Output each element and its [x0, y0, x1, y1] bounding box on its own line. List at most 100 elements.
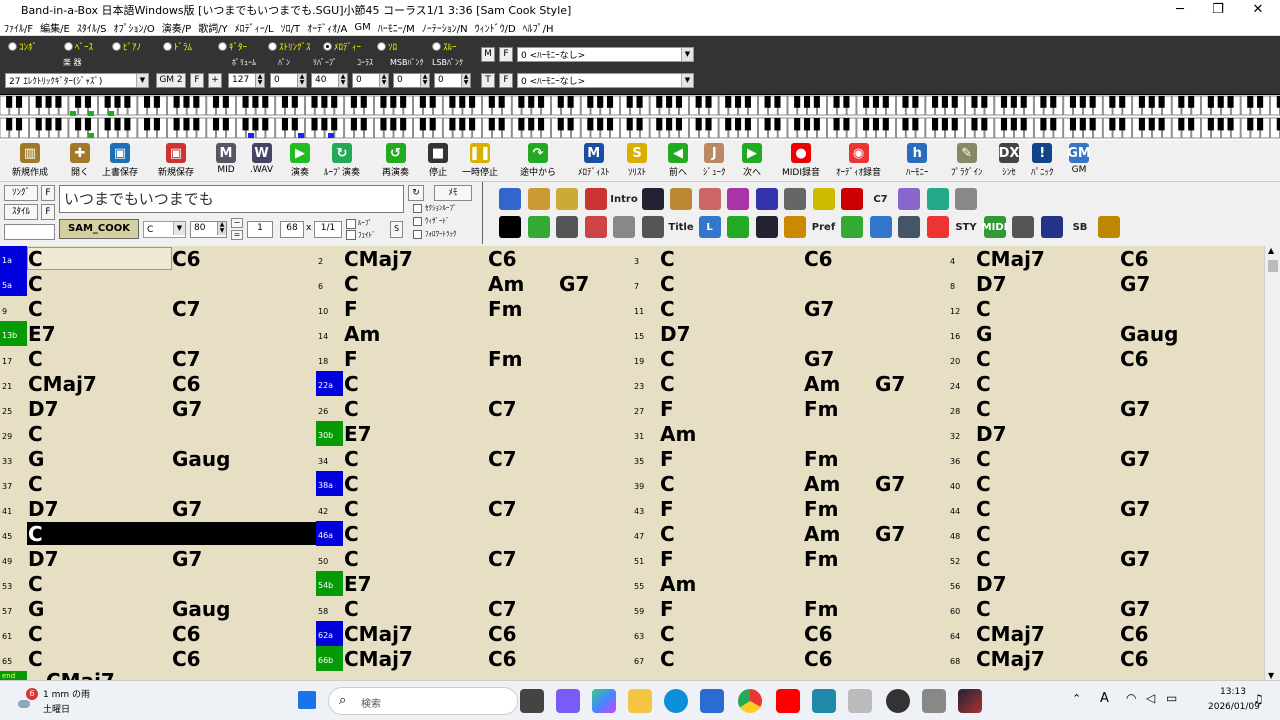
menu-item[interactable]: GM — [354, 22, 370, 33]
menu-item[interactable]: ﾌｧｲﾙ/F — [4, 20, 33, 35]
thru-harmony-t-button[interactable]: T — [481, 73, 495, 88]
toolbar-button[interactable]: ↺ 再演奏 — [382, 143, 409, 179]
part-radio[interactable]: ｷﾞﾀｰ — [218, 40, 247, 53]
chord-bar[interactable]: 7C — [632, 271, 948, 296]
volume-stepper[interactable]: 127 ▲ ▼ — [228, 73, 265, 88]
toolbar-button[interactable]: ◀ 前へ — [668, 143, 688, 179]
menu-item[interactable]: ｽﾀｲﾙ/S — [77, 20, 107, 35]
chevron-up-icon[interactable]: ⌃ — [1072, 692, 1081, 705]
youtube-icon[interactable] — [776, 689, 800, 713]
chrome-icon[interactable] — [738, 689, 762, 713]
chord-bar[interactable]: 30b E7 — [316, 421, 632, 446]
toolbar-button[interactable]: ❚❚ 一時停止 — [462, 143, 498, 179]
toolbar-icon[interactable]: Title — [668, 216, 693, 238]
chord-bar[interactable]: 17 C C7 — [0, 346, 316, 371]
toolbar-icon[interactable] — [898, 188, 920, 210]
toolbar-icon[interactable] — [556, 188, 578, 210]
chord-bar[interactable]: 25 D7 G7 — [0, 396, 316, 421]
chord-bar[interactable]: 29 C — [0, 421, 316, 446]
menu-item[interactable]: ﾉｰﾃｰｼｮﾝ/N — [422, 20, 468, 35]
chord-bar[interactable]: 52 C G7 — [948, 546, 1264, 571]
chord-bar[interactable]: 28 C G7 — [948, 396, 1264, 421]
edge-icon[interactable] — [664, 689, 688, 713]
chord-bar[interactable]: 1a C C6 — [0, 246, 316, 271]
chorus-stepper[interactable]: 0 ▲ ▼ — [352, 73, 389, 88]
font-button[interactable]: F — [190, 73, 204, 88]
chord-bar[interactable]: 49 D7 G7 — [0, 546, 316, 571]
chord-bar[interactable]: 63 C C6 — [632, 621, 948, 646]
chord-bar[interactable]: 20 C C6 — [948, 346, 1264, 371]
menu-item[interactable]: ﾊｰﾓﾆｰ/M — [378, 20, 415, 35]
toolbar-icon[interactable] — [499, 188, 521, 210]
chord-bar[interactable]: 53 C — [0, 571, 316, 596]
chord-bar[interactable]: 32 D7 — [948, 421, 1264, 446]
scroll-thumb[interactable] — [1268, 260, 1278, 272]
toolbar-icon[interactable]: STY — [955, 216, 977, 238]
band-in-a-box-taskbar-icon[interactable] — [958, 689, 982, 713]
style-button[interactable]: ｽﾀｲﾙ — [4, 204, 38, 220]
chord-bar[interactable]: 15 D7 — [632, 321, 948, 346]
part-radio[interactable]: ｽﾙｰ — [432, 40, 457, 53]
toolbar-icon[interactable] — [955, 188, 977, 210]
chord-bar[interactable]: 13b E7 — [0, 321, 316, 346]
minus-button[interactable]: − — [231, 218, 243, 228]
fade-checkbox[interactable] — [346, 230, 356, 240]
tempo-stepper[interactable]: 80 ▲ ▼ — [190, 221, 227, 238]
toolbar-icon[interactable] — [527, 216, 550, 238]
chord-bar[interactable]: 56 D7 — [948, 571, 1264, 596]
wizard-checkbox[interactable] — [413, 217, 422, 226]
wifi-icon[interactable]: ◠ — [1126, 691, 1136, 705]
toolbar-button[interactable]: ▶ 次へ — [742, 143, 762, 179]
toolbar-icon[interactable] — [641, 216, 664, 238]
song-button[interactable]: ｿﾝｸﾞ — [4, 185, 38, 201]
chord-bar[interactable]: 39 C Am G7 — [632, 471, 948, 496]
chord-bar[interactable]: 50 C C7 — [316, 546, 632, 571]
chord-bar[interactable]: 31 Am — [632, 421, 948, 446]
chord-bar[interactable]: 43 F Fm — [632, 496, 948, 521]
toolbar-button[interactable]: M ﾒﾛﾃﾞｨｽﾄ — [578, 143, 610, 179]
chord-bar[interactable]: 60 C G7 — [948, 596, 1264, 621]
part-radio[interactable]: ﾄﾞﾗﾑ — [163, 40, 192, 53]
file-explorer-icon[interactable] — [628, 689, 652, 713]
plus-button[interactable]: + — [208, 73, 222, 88]
refresh-icon[interactable]: ↻ — [408, 185, 424, 201]
chord-bar[interactable]: 26 C C7 — [316, 396, 632, 421]
menu-item[interactable]: ｵｰﾃﾞｨｵ/A — [307, 20, 347, 35]
chord-bar[interactable]: 54b E7 — [316, 571, 632, 596]
chorus-count-field[interactable]: 1/1 — [314, 221, 342, 238]
volume-icon[interactable]: ◁ — [1146, 691, 1155, 705]
thru-harmony-f-button[interactable]: F — [499, 73, 513, 88]
chord-bar[interactable]: 23 C Am G7 — [632, 371, 948, 396]
chord-bar[interactable]: 34 C C7 — [316, 446, 632, 471]
toolbar-button[interactable]: ✎ ﾌﾟﾗｸﾞｲﾝ — [951, 143, 983, 179]
style-f-button[interactable]: F — [41, 204, 55, 220]
toolbar-icon[interactable] — [527, 188, 550, 210]
chord-bar[interactable]: 38a C — [316, 471, 632, 496]
chord-bar[interactable]: 6 C Am G7 — [316, 271, 632, 296]
keyboard-keys[interactable] — [0, 95, 1280, 140]
toolbar-icon[interactable] — [727, 216, 749, 238]
chord-bar[interactable]: 59 F Fm — [632, 596, 948, 621]
chord-bar[interactable]: 10 F Fm — [316, 296, 632, 321]
melody-harmony-m-button[interactable]: M — [481, 47, 495, 62]
toolbar-icon[interactable] — [1040, 216, 1063, 238]
style-name[interactable]: SAM_COOK — [59, 219, 139, 239]
chord-bar[interactable]: 33 G Gaug — [0, 446, 316, 471]
teams-icon[interactable] — [556, 689, 580, 713]
chord-bar[interactable]: 65 C C6 — [0, 646, 316, 671]
toolbar-icon[interactable] — [841, 216, 863, 238]
chord-bar[interactable]: 44 C G7 — [948, 496, 1264, 521]
toolbar-button[interactable]: DX ｼﾝｾ — [999, 143, 1019, 179]
chord-bar[interactable]: 9 C C7 — [0, 296, 316, 321]
chord-bar[interactable]: 24 C — [948, 371, 1264, 396]
search-box[interactable]: ⌕ 検索 — [328, 687, 518, 715]
chord-bar[interactable]: 12 C — [948, 296, 1264, 321]
chord-bar[interactable]: 14 Am — [316, 321, 632, 346]
chord-bar[interactable]: 58 C C7 — [316, 596, 632, 621]
toolbar-button[interactable]: ▣ 新規保存 — [158, 143, 194, 179]
chord-bar[interactable]: 40 C — [948, 471, 1264, 496]
section-loop-checkbox[interactable] — [413, 204, 422, 213]
toolbar-icon[interactable]: MIDI — [982, 216, 1007, 238]
part-radio[interactable]: ｺﾝﾎﾞ — [8, 40, 37, 53]
menu-item[interactable]: ｳｨﾝﾄﾞｳ/D — [475, 20, 516, 35]
